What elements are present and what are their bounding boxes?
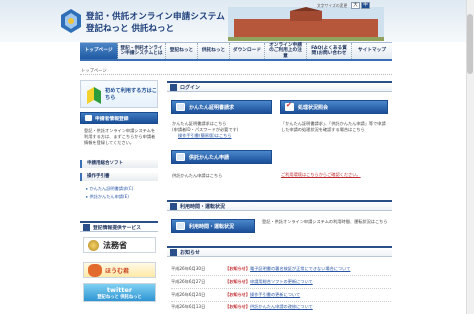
news-date: 平成26年6月30日 [171, 266, 206, 271]
banner-moj-label: 法務省 [103, 239, 127, 250]
cert-manual-link-wrap: 操作手引書(簡易版)はこちら [178, 133, 232, 139]
banner-moj[interactable]: 法務省 [83, 237, 156, 253]
computer-icon [176, 103, 185, 111]
sidebar-banners: 登記情報提供サービス 法務省 ほうむ君 twitter 登記ねっと 供託ねっと [80, 0, 162, 314]
hours-status-label: 利用時間・運転状況 [189, 223, 235, 230]
page: 登記・供託オンライン申請システム 登記ねっと 供託ねっと 文字サイズの変更 大 … [0, 0, 474, 314]
news-head-label: お知らせ [180, 249, 200, 256]
news-item: 平成26年6月27日 【お知らせ】申請用総合ソフトの更新について [171, 279, 391, 289]
environment-link-wrap: ご利用環境はこちらからご確認ください。 [281, 172, 389, 178]
news-section-head: お知らせ [167, 246, 392, 257]
deposit-apply-desc: 供託かんたん申請はこちら [172, 173, 223, 178]
deposit-apply-label: 供託かんたん申請 [189, 154, 230, 161]
news-tag: 【お知らせ】 [225, 304, 251, 309]
news-date: 平成26年6月24日 [171, 292, 206, 297]
hours-status-button[interactable]: 利用時間・運転状況 [171, 219, 255, 233]
computer-icon [176, 222, 185, 230]
font-size-large-button[interactable]: 大 [351, 2, 360, 9]
status-inquiry-button[interactable]: 処理状況照会 [280, 100, 388, 114]
banner-mascot-label: ほうむ君 [105, 267, 130, 275]
site-header: 登記・供託オンライン申請システム 登記ねっと 供託ねっと 文字サイズの変更 大 … [0, 0, 474, 42]
section-square-icon [83, 223, 90, 231]
environment-link[interactable]: ご利用環境はこちらからご確認ください。 [281, 172, 361, 177]
section-square-icon [170, 248, 177, 256]
cert-request-button[interactable]: かんたん証明書請求 [171, 100, 272, 114]
news-item: 平成26年6月13日 【お知らせ】供託かんたん申請の改修について [171, 304, 391, 313]
banner-twitter-sub: 登記ねっと 供託ねっと [97, 294, 142, 300]
cert-request-label: かんたん証明書請求 [189, 104, 235, 111]
status-inquiry-label: 処理状況照会 [298, 104, 329, 111]
banner-twitter-label: twitter [106, 285, 133, 294]
news-item: 平成26年6月30日 【お知らせ】電子証明書の署名検証が正常にできない場合について [171, 266, 391, 276]
mascot-icon [88, 263, 102, 277]
hours-head-label: 利用時間・運転状況 [180, 203, 226, 210]
checkmark-icon [285, 101, 294, 111]
banner-mascot[interactable]: ほうむ君 [83, 262, 156, 278]
news-tag: 【お知らせ】 [225, 292, 251, 297]
scrollbar-thumb[interactable] [467, 14, 473, 74]
status-inquiry-desc: 「かんたん証明書請求」、「供託かんたん申請」等で申請した申請の処理状況を確認する… [281, 121, 386, 132]
banner-twitter[interactable]: twitter 登記ねっと 供託ねっと [83, 283, 156, 302]
computer-icon [176, 153, 185, 161]
news-title-link[interactable]: 操作手引書の更新について [250, 292, 300, 297]
banner-head-label: 登記情報提供サービス [93, 225, 141, 231]
cert-request-desc: かんたん証明書請求はこちら (申請者ID・パスワードが必要です) [172, 121, 239, 132]
vertical-scrollbar[interactable] [466, 0, 474, 314]
section-square-icon [170, 83, 177, 91]
nav-download[interactable]: ダウンロード [230, 43, 265, 59]
section-square-icon [170, 202, 177, 210]
nav-kyotaku-net[interactable]: 供託ねっと [198, 43, 230, 59]
nav-online-notes[interactable]: オンライン申請のご利用上の注意 [265, 43, 307, 59]
font-size-label: 文字サイズの変更 [317, 3, 348, 8]
news-title-link[interactable]: 電子証明書の署名検証が正常にできない場合について [250, 266, 350, 271]
emblem-icon [88, 239, 99, 251]
nav-touki-net[interactable]: 登記ねっと [166, 43, 198, 59]
building-illustration [228, 7, 384, 41]
news-date: 平成26年6月27日 [171, 279, 206, 284]
nav-sitemap[interactable]: サイトマップ [352, 43, 392, 59]
font-size-medium-button[interactable]: 中 [361, 2, 370, 9]
news-tag: 【お知らせ】 [225, 266, 251, 271]
deposit-apply-button[interactable]: 供託かんたん申請 [171, 150, 272, 164]
login-section-head: ログイン [167, 81, 392, 92]
site-logo-icon [61, 9, 81, 33]
news-item: 平成26年6月24日 【お知らせ】操作手引書の更新について [171, 292, 391, 302]
nav-faq[interactable]: FAQ(よくある質問)お問い合わせ [307, 43, 352, 59]
cert-manual-link[interactable]: 操作手引書(簡易版)はこちら [178, 133, 232, 138]
news-title-link[interactable]: 供託かんたん申請の改修について [250, 304, 313, 309]
hours-section-head: 利用時間・運転状況 [167, 200, 392, 211]
news-title-link[interactable]: 申請用総合ソフトの更新について [250, 279, 313, 284]
login-head-label: ログイン [180, 84, 201, 91]
banner-head-registry-info[interactable]: 登記情報提供サービス [80, 221, 158, 232]
news-date: 平成26年6月13日 [171, 304, 206, 309]
hours-desc: 登記・供託オンライン申請システムの利用時間、運転状況はこちら [262, 219, 388, 224]
news-tag: 【お知らせ】 [225, 279, 251, 284]
